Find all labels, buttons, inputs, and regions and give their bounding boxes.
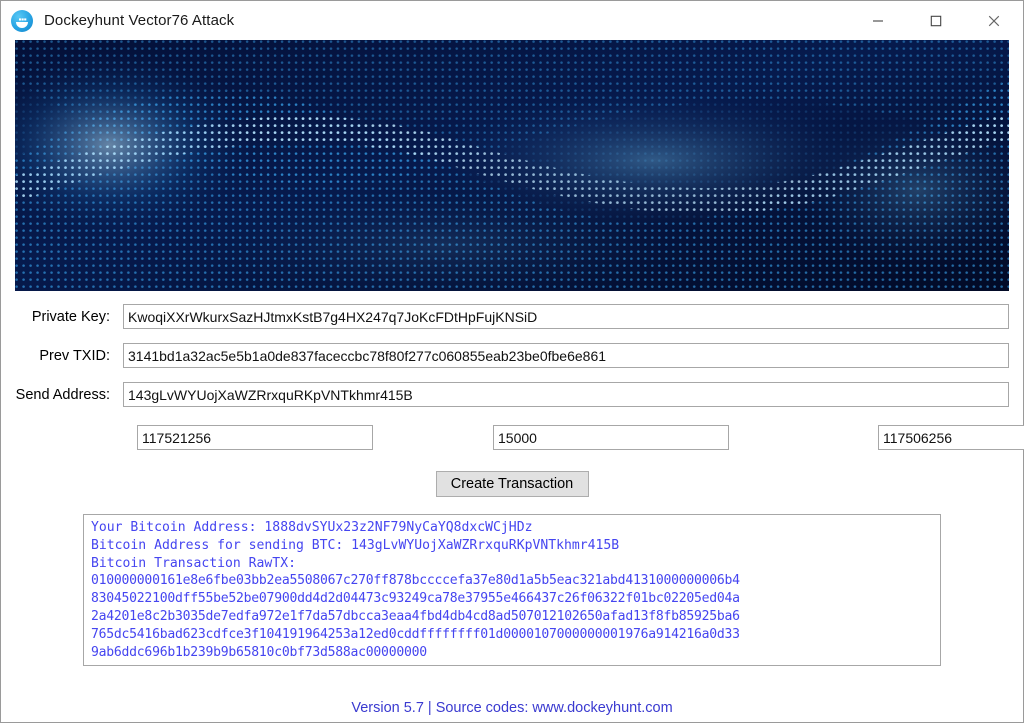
output-wrap: Your Bitcoin Address: 1888dvSYUx23z2NF79… [83, 514, 941, 666]
send-address-input[interactable] [123, 382, 1009, 407]
output-line: 83045022100dff55be52be07900dd4d2d04473c9… [91, 591, 740, 607]
close-icon[interactable] [965, 1, 1023, 40]
private-key-label: Private Key: [31, 308, 110, 325]
minimize-icon[interactable] [849, 1, 907, 40]
private-key-input[interactable] [123, 304, 1009, 329]
window-controls [849, 1, 1023, 40]
prev-txid-input[interactable] [123, 343, 1009, 368]
output-line: 765dc5416bad623cdfce3f104191964253a12ed0… [91, 626, 740, 642]
field-row-prev-txid: Prev TXID: [15, 341, 1009, 370]
button-row: Create Transaction [15, 471, 1009, 497]
output-line: 9ab6ddc696b1b239b9b65810c0bf73d588ac0000… [91, 644, 427, 660]
window-title: Dockeyhunt Vector76 Attack [44, 12, 235, 29]
field-row-send-address: Send Address: [15, 380, 1009, 409]
version-source-text: Version 5.7 | Source codes: www.dockeyhu… [351, 700, 673, 716]
transaction-output-box[interactable]: Your Bitcoin Address: 1888dvSYUx23z2NF79… [83, 514, 941, 666]
application-window: Dockeyhunt Vector76 Attack Private Key: … [0, 0, 1024, 723]
input-amount-field[interactable] [137, 425, 373, 450]
fee-amount-field[interactable] [493, 425, 729, 450]
title-bar: Dockeyhunt Vector76 Attack [1, 1, 1023, 40]
create-transaction-button[interactable]: Create Transaction [435, 471, 589, 497]
amounts-row [15, 425, 1024, 450]
field-row-private-key: Private Key: [15, 302, 1009, 331]
maximize-icon[interactable] [907, 1, 965, 40]
output-line: Your Bitcoin Address: 1888dvSYUx23z2NF79… [91, 520, 533, 535]
banner-image [15, 40, 1009, 291]
output-amount-field[interactable] [878, 425, 1024, 450]
prev-txid-label: Prev TXID: [39, 347, 110, 364]
footer-bar: Version 5.7 | Source codes: www.dockeyhu… [1, 694, 1023, 722]
docker-whale-icon [11, 9, 33, 32]
output-line: 010000000161e8e6fbe03bb2ea5508067c270ff8… [91, 573, 740, 589]
output-line: 2a4201e8c2b3035de7edfa972e1f7da57dbcca3e… [91, 608, 740, 624]
form-area: Private Key: Prev TXID: Send Address: Cr… [1, 302, 1024, 497]
output-line: Bitcoin Transaction RawTX: [91, 555, 296, 571]
output-line: Bitcoin Address for sending BTC: 143gLvW… [91, 537, 620, 553]
send-address-label: Send Address: [15, 386, 110, 403]
